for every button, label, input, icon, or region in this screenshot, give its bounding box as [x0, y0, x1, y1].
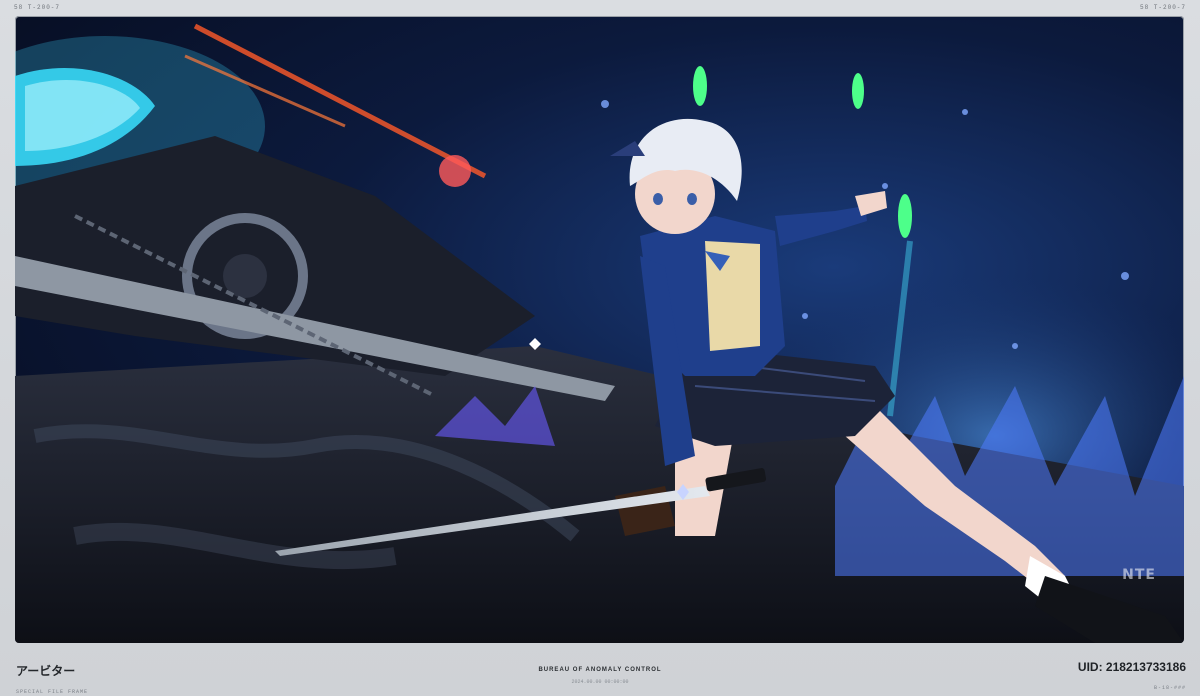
frame-code-left: 58 T-200-7: [14, 4, 61, 11]
footer-center: BUREAU OF ANOMALY CONTROL 2024.00.00 00:…: [0, 667, 1200, 685]
footer-right: UID: 218213733186 B-18-###: [1078, 660, 1186, 691]
photo-frame: 58 T-200-7 58 T-200-7 NTE アービター SPECIAL …: [0, 0, 1200, 696]
organization-label: BUREAU OF ANOMALY CONTROL: [538, 667, 662, 673]
nte-watermark: NTE: [1122, 567, 1156, 583]
left-subtag: SPECIAL FILE FRAME: [16, 689, 89, 695]
scene-image: NTE: [15, 16, 1184, 643]
right-subtag: B-18-###: [1153, 685, 1186, 691]
timestamp: 2024.00.00 00:00:00: [571, 679, 629, 685]
uid-label: UID: 218213733186: [1077, 660, 1186, 674]
frame-code-right: 58 T-200-7: [1139, 4, 1186, 11]
anime-character-artwork-icon: [15, 23, 1184, 643]
